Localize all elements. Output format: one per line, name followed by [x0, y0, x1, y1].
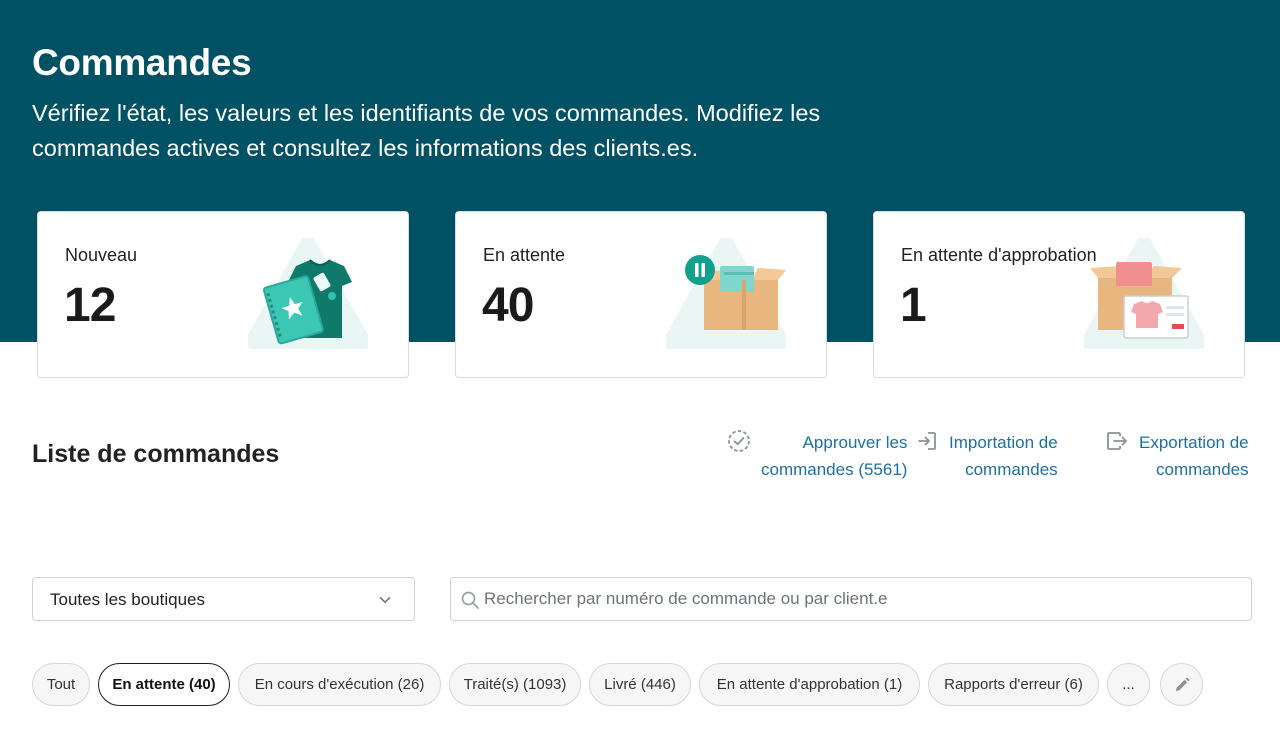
export-orders-label: Exportation de commandes [1139, 433, 1249, 479]
tab-all[interactable]: Tout [32, 663, 90, 706]
page-title: Commandes [32, 42, 252, 83]
tab-awaiting-approval[interactable]: En attente d'approbation (1) [699, 663, 920, 706]
edit-tabs-button[interactable] [1160, 663, 1203, 706]
more-tabs-button[interactable]: ... [1107, 663, 1150, 706]
chevron-down-icon [379, 597, 391, 603]
search-input[interactable] [484, 579, 1244, 619]
pencil-icon [1175, 677, 1189, 691]
approve-orders-link[interactable]: Approuver les commandes (5561) [727, 429, 907, 483]
stat-value: 40 [482, 279, 534, 332]
search-icon [461, 591, 479, 609]
stat-card-new[interactable]: Nouveau 12 [37, 211, 409, 378]
tab-processed[interactable]: Traité(s) (1093) [449, 663, 581, 706]
store-select[interactable]: Toutes les boutiques [32, 577, 415, 621]
export-orders-link[interactable]: Exportation de commandes [1105, 429, 1249, 483]
stat-label: Nouveau [65, 245, 138, 265]
stat-value: 12 [64, 279, 116, 332]
tab-pending[interactable]: En attente (40) [98, 663, 230, 706]
box-with-tshirt-card-illustration [1084, 238, 1204, 349]
stat-label: En attente d'approbation [901, 245, 1097, 265]
approve-orders-label: Approuver les commandes (5561) [761, 433, 908, 479]
tab-delivered[interactable]: Livré (446) [589, 663, 691, 706]
approve-check-icon [728, 430, 750, 452]
tshirt-notebook-illustration [248, 238, 368, 349]
stat-value: 1 [900, 279, 927, 332]
stat-card-awaiting-approval[interactable]: En attente d'approbation 1 [873, 211, 1245, 378]
stat-card-pending[interactable]: En attente 40 [455, 211, 827, 378]
store-select-value: Toutes les boutiques [50, 590, 205, 609]
order-list-title: Liste de commandes [32, 440, 280, 468]
page-description: Vérifiez l'état, les valeurs et les iden… [32, 100, 821, 161]
tab-error-reports[interactable]: Rapports d'erreur (6) [928, 663, 1099, 706]
paused-box-illustration [666, 238, 786, 349]
import-orders-link[interactable]: Importation de commandes [915, 429, 1058, 483]
tab-in-progress[interactable]: En cours d'exécution (26) [238, 663, 441, 706]
order-search[interactable] [450, 577, 1252, 621]
import-orders-label: Importation de commandes [949, 433, 1058, 479]
stat-label: En attente [483, 245, 566, 265]
import-icon [918, 432, 936, 450]
export-icon [1107, 432, 1127, 450]
